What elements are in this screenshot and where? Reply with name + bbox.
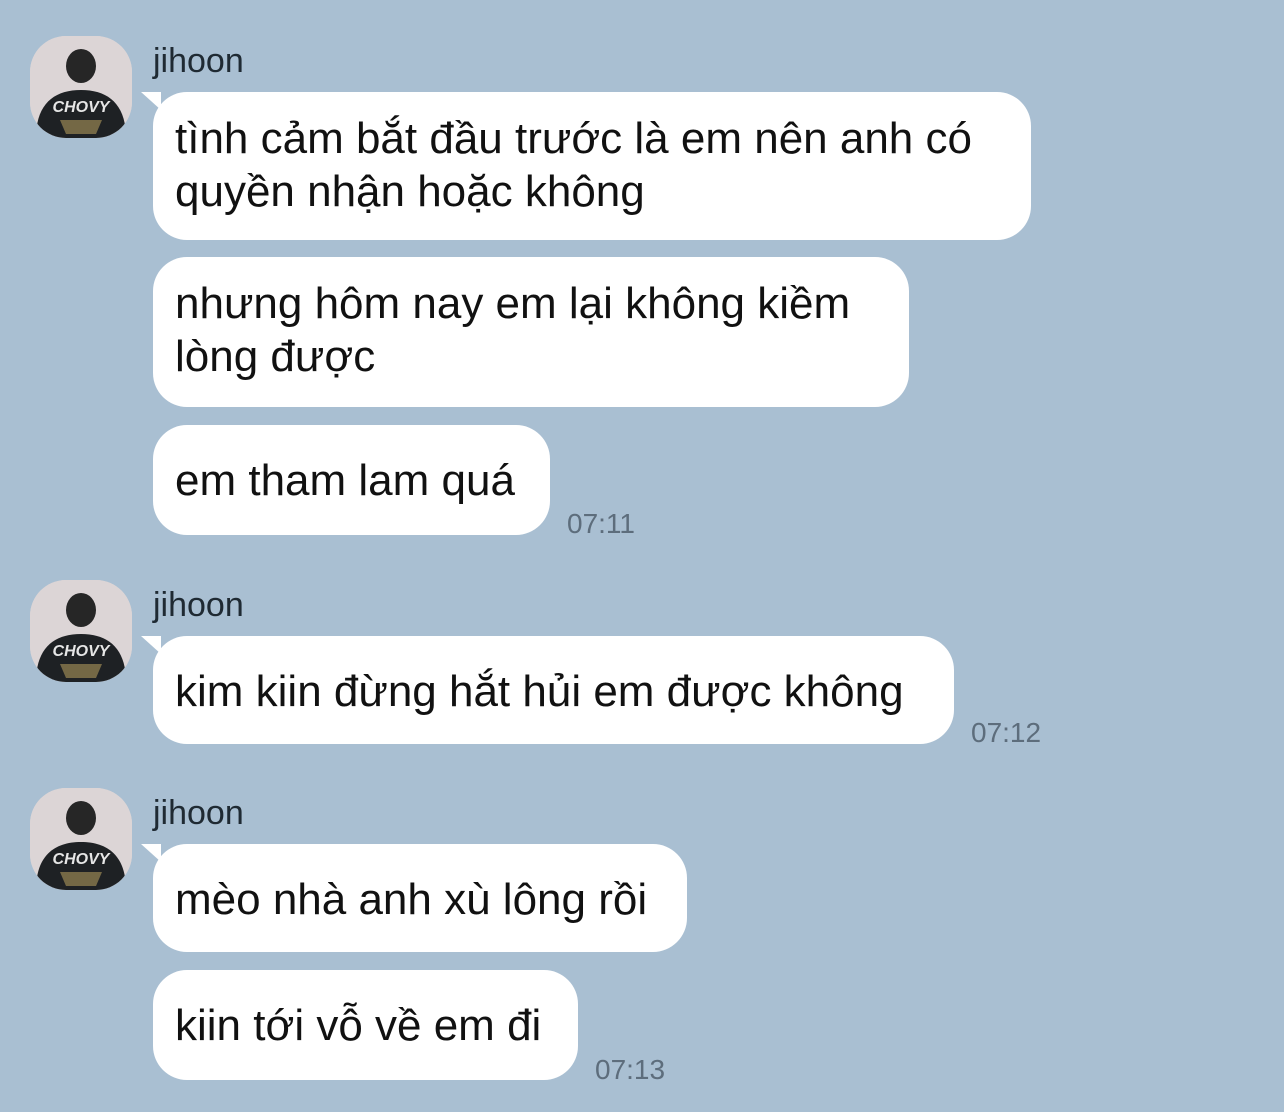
message-text-line: kiin tới vỗ về em đi [175,1001,542,1050]
message-timestamp: 07:13 [595,1054,666,1085]
message-text-line: tình cảm bắt đầu trước là em nên anh có [175,114,972,163]
avatar-photo-icon: CHOVY [30,36,132,138]
sender-name: jihoon [153,42,244,80]
avatar-shirt-text: CHOVY [53,99,111,116]
avatar[interactable]: CHOVY [30,788,132,890]
avatar-shirt-text: CHOVY [53,643,111,660]
avatar-photo-icon: CHOVY [30,580,132,682]
message-text-line: mèo nhà anh xù lông rồi [175,875,648,924]
message-timestamp: 07:11 [567,508,635,539]
message-bubble[interactable]: kiin tới vỗ về em đi [153,970,578,1080]
avatar[interactable]: CHOVY [30,36,132,138]
avatar[interactable]: CHOVY [30,580,132,682]
message-bubble[interactable]: tình cảm bắt đầu trước là em nên anh có … [141,92,1031,240]
sender-name: jihoon [153,586,244,624]
message-text-line: kim kiin đừng hắt hủi em được không [175,667,904,716]
message-text-line: quyền nhận hoặc không [175,167,645,216]
message-text-line: lòng được [175,332,376,381]
message-bubble[interactable]: em tham lam quá [153,425,550,535]
message-bubble[interactable]: mèo nhà anh xù lông rồi [141,844,687,952]
avatar-photo-icon: CHOVY [30,788,132,890]
message-bubble[interactable]: kim kiin đừng hắt hủi em được không [141,636,954,744]
message-bubble[interactable]: nhưng hôm nay em lại không kiềm lòng đượ… [153,257,909,407]
sender-name: jihoon [153,794,244,832]
message-timestamp: 07:12 [971,717,1042,748]
message-text-line: nhưng hôm nay em lại không kiềm [175,279,851,328]
avatar-shirt-text: CHOVY [53,851,111,868]
message-text-line: em tham lam quá [175,456,515,505]
